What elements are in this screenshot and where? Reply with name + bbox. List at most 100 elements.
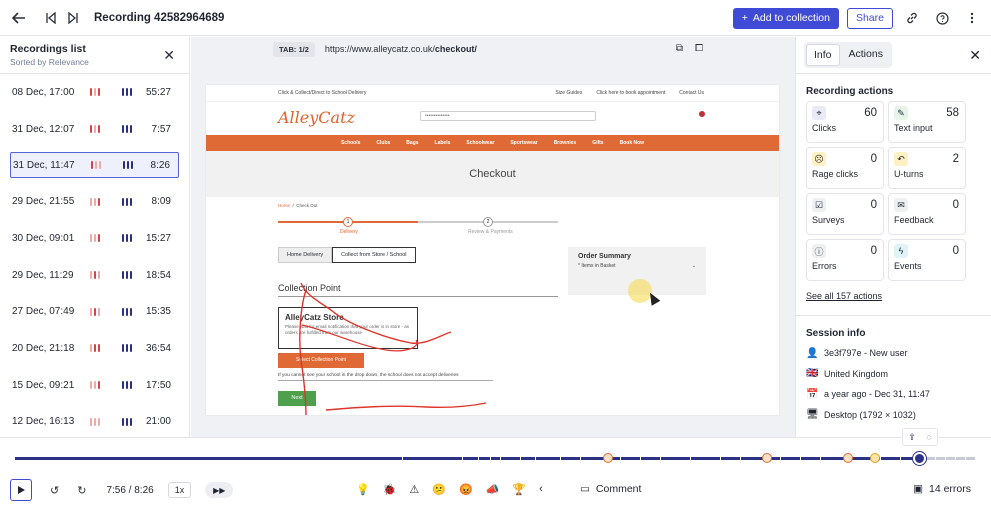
see-all-actions-link[interactable]: See all 157 actions	[796, 281, 991, 301]
order-summary-items-label: * Items in Basket	[578, 263, 616, 269]
close-icon[interactable]: ✕	[163, 47, 175, 64]
text-input-icon: ✎	[894, 106, 908, 120]
action-label: Text input	[894, 123, 933, 133]
playback-time: 7:56 / 8:26	[106, 484, 154, 496]
timeline[interactable]: ⇪ ◌	[0, 428, 991, 475]
speed-button[interactable]: 1x	[167, 482, 192, 498]
back-arrow-icon[interactable]	[8, 7, 30, 29]
session-info-title: Session info	[806, 328, 866, 339]
u-turn-marker-icon[interactable]	[603, 453, 613, 463]
recording-duration: 21:00	[145, 416, 171, 428]
insight-icon[interactable]: ◌	[926, 432, 931, 442]
recording-item[interactable]: 31 Dec, 11:47 8:26	[10, 152, 179, 179]
more-options-icon[interactable]	[961, 7, 983, 29]
action-card-clicks[interactable]: ⌖ 60 Clicks	[806, 101, 884, 143]
recording-item[interactable]: 29 Dec, 21:55 8:09	[0, 183, 189, 220]
feedback-icon: ✉	[894, 198, 908, 212]
recording-date: 29 Dec, 21:55	[12, 196, 75, 208]
rage-marker-icon[interactable]	[870, 453, 880, 463]
link-icon[interactable]	[901, 7, 923, 29]
timeline-event-tick	[520, 454, 521, 463]
action-card-feedback[interactable]: ✉ 0 Feedback	[888, 193, 966, 235]
recording-item[interactable]: 27 Dec, 07:49 15:35	[0, 293, 189, 330]
timeline-event-tick	[640, 454, 641, 463]
action-card-surveys[interactable]: ☑ 0 Surveys	[806, 193, 884, 235]
play-button[interactable]	[10, 479, 32, 501]
insights-bulb-icon[interactable]: 💡	[356, 483, 370, 496]
next-recording-icon[interactable]	[62, 7, 84, 29]
copy-url-icon[interactable]: ⧉	[676, 43, 683, 54]
chevron-down-icon: ⌄	[691, 263, 696, 269]
errors-label: 14 errors	[928, 483, 971, 495]
action-label: Errors	[812, 261, 837, 271]
share-button[interactable]: Share	[846, 7, 893, 29]
recording-item[interactable]: 15 Dec, 09:21 17:50	[0, 367, 189, 404]
tab-actions[interactable]: Actions	[842, 44, 890, 66]
trophy-icon[interactable]: 🏆	[512, 483, 526, 496]
u-turn-marker-icon[interactable]	[843, 453, 853, 463]
recording-duration: 17:50	[145, 379, 171, 391]
site-top-link-size: Size Guides	[555, 90, 583, 96]
u-turn-marker-icon[interactable]	[762, 453, 772, 463]
info-panel: Info Actions ✕ Recording actions ⌖ 60 Clic…	[795, 37, 991, 437]
timeline-event-tick	[935, 454, 936, 463]
rewind-icon[interactable]: ↺	[50, 484, 59, 497]
chevron-left-icon[interactable]: ‹	[539, 483, 543, 496]
timeline-track[interactable]	[15, 457, 975, 460]
megaphone-icon[interactable]: 📣	[486, 483, 500, 496]
comment-button[interactable]: ▭ Comment	[580, 483, 641, 495]
add-to-collection-label: Add to collection	[752, 12, 830, 24]
add-to-collection-button[interactable]: + Add to collection	[732, 7, 839, 29]
session-info-text: United Kingdom	[824, 368, 889, 379]
recording-item[interactable]: 29 Dec, 11:29 18:54	[0, 257, 189, 294]
session-info-text: a year ago - Dec 31, 11:47	[824, 389, 930, 400]
confused-face-icon[interactable]: 😕	[432, 483, 446, 496]
share-moment-icon[interactable]: ⇪	[908, 432, 916, 443]
timeline-event-tick	[490, 454, 491, 463]
calendar-icon: 📅	[806, 388, 819, 400]
recording-item[interactable]: 30 Dec, 09:01 15:27	[0, 220, 189, 257]
close-panel-icon[interactable]: ✕	[969, 47, 981, 64]
playhead[interactable]	[913, 452, 926, 465]
desktop-icon: 🖥	[806, 409, 819, 421]
bug-icon[interactable]: 🐞	[383, 483, 397, 496]
recording-duration: 15:27	[145, 232, 171, 244]
recording-item[interactable]: 20 Dec, 21:18 36:54	[0, 330, 189, 367]
errors-button[interactable]: ▣ 14 errors	[913, 483, 971, 495]
collection-point-heading: Collection Point	[278, 283, 558, 297]
skip-inactivity-toggle[interactable]: ▶▶	[205, 482, 234, 498]
help-icon[interactable]	[931, 7, 953, 29]
timeline-event-tick	[955, 454, 956, 463]
action-card-events[interactable]: ϟ 0 Events	[888, 239, 966, 281]
open-external-icon[interactable]: ⧠	[695, 43, 703, 54]
tab-indicator[interactable]: TAB: 1/2	[273, 41, 315, 57]
site-search-input: ••••••••••••••	[420, 111, 596, 121]
flag-icon: 🇬🇧	[806, 368, 819, 380]
event-filter-icons: 💡 🐞 ⚠ 😕 😡 📣 🏆 ‹	[356, 483, 543, 496]
angry-face-icon[interactable]: 😡	[459, 483, 473, 496]
site-nav-item: Book Now	[619, 140, 645, 146]
forward-icon[interactable]: ↻	[77, 484, 86, 497]
warning-icon[interactable]: ⚠	[409, 483, 419, 496]
action-card-u-turns[interactable]: ↶ 2 U-turns	[888, 147, 966, 189]
recording-duration: 36:54	[145, 342, 171, 354]
site-nav: Schools Clubs Bags Labels Schoolwear Sportswe…	[206, 135, 779, 151]
recording-item[interactable]: 31 Dec, 12:07 7:57	[0, 111, 189, 148]
tab-info[interactable]: Info	[806, 44, 840, 66]
replay-viewer: TAB: 1/2 https://www.alleycatz.co.uk/che…	[191, 37, 795, 437]
recording-date: 20 Dec, 21:18	[12, 342, 75, 354]
site-logo: AlleyCatz	[278, 108, 355, 127]
action-card-text-input[interactable]: ✎ 58 Text input	[888, 101, 966, 143]
recording-item[interactable]: 08 Dec, 17:00 55:27	[0, 74, 189, 111]
engagement-indicator-icon	[122, 197, 150, 206]
recording-actions-grid: ⌖ 60 Clicks ✎ 58 Text input ☹ 0 Rage clicks ↶ 2 U-t…	[796, 101, 991, 281]
timeline-event-tick	[880, 454, 881, 463]
action-card-rage-clicks[interactable]: ☹ 0 Rage clicks	[806, 147, 884, 189]
url-path: checkout/	[434, 44, 477, 54]
action-card-errors[interactable]: ⓘ 0 Errors	[806, 239, 884, 281]
recording-item[interactable]: 12 Dec, 16:13 21:00	[0, 404, 189, 438]
recording-duration: 8:26	[150, 159, 170, 171]
previous-recording-icon[interactable]	[40, 7, 62, 29]
timeline-remaining[interactable]	[920, 457, 975, 460]
recording-date: 30 Dec, 09:01	[12, 232, 75, 244]
